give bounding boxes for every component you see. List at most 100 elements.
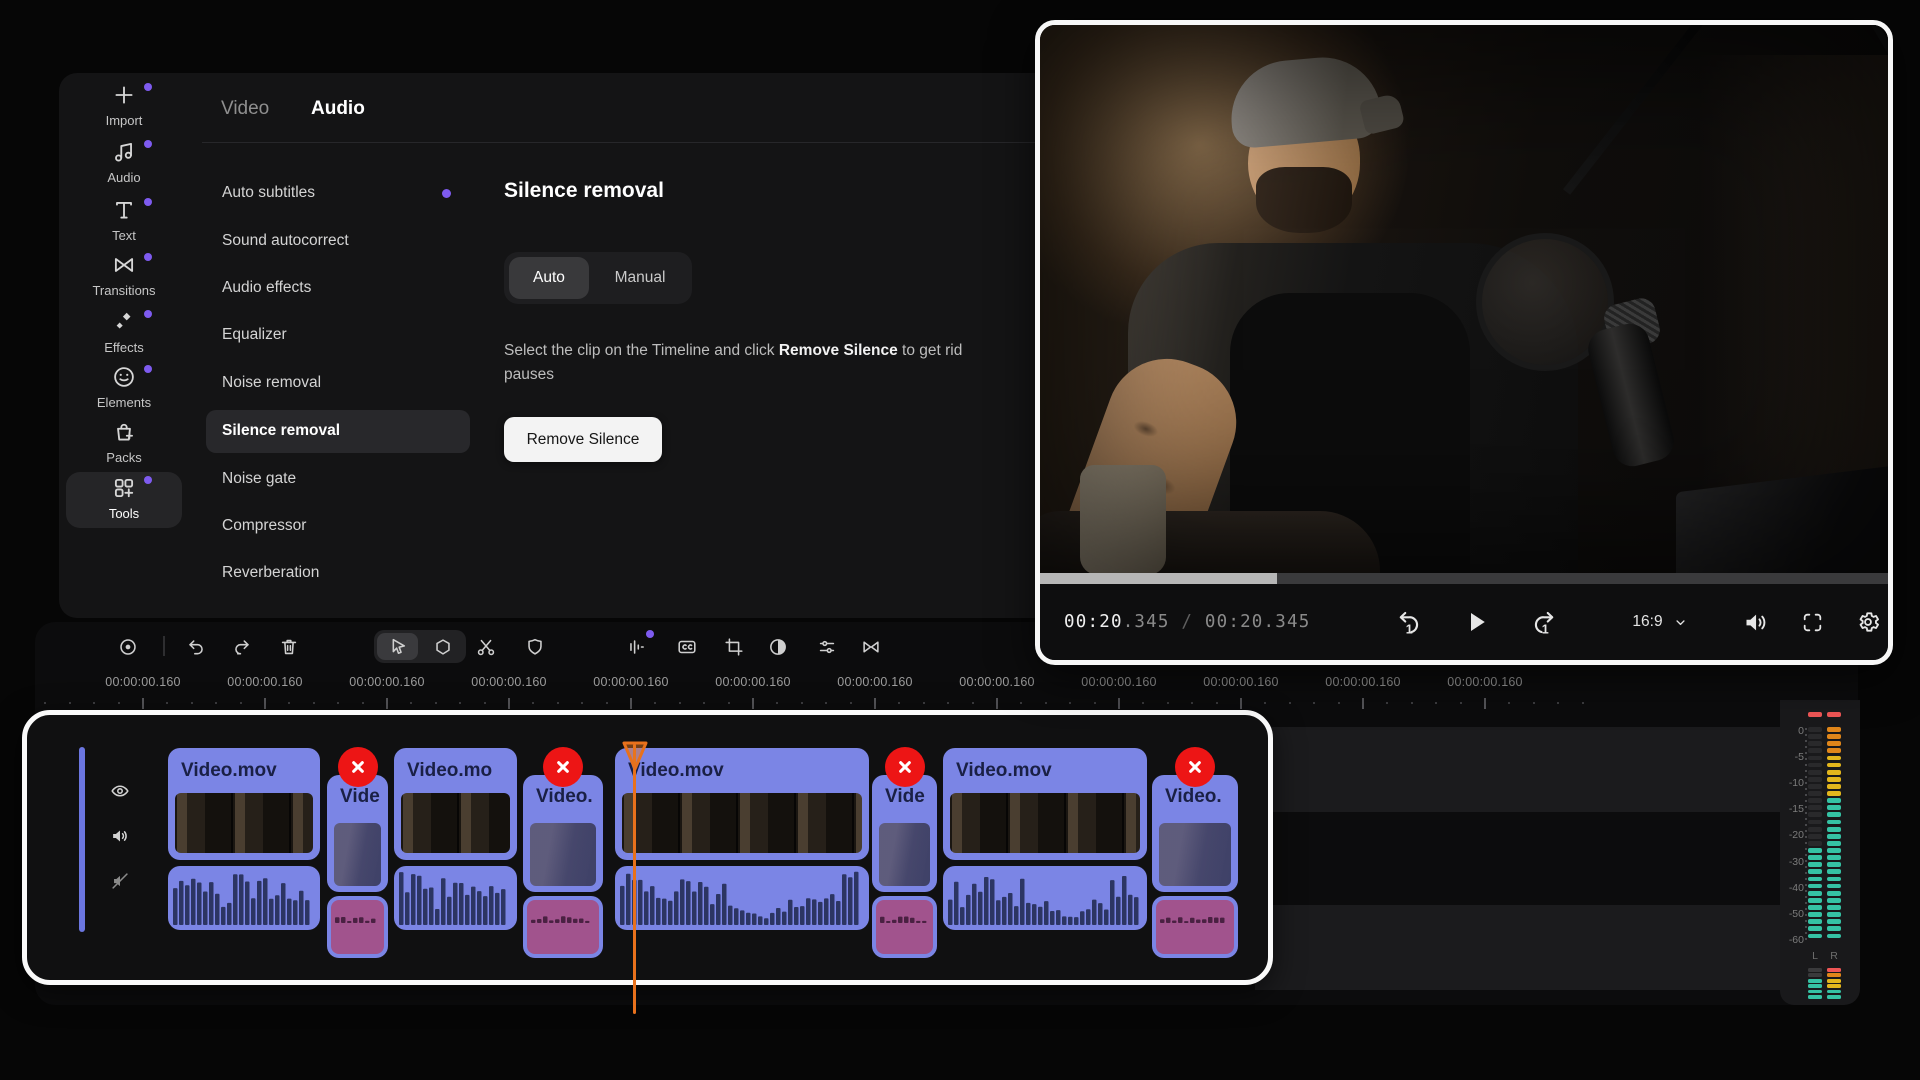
clip-video[interactable]: Video.mov [615, 748, 869, 860]
mini-meter-segment [1827, 984, 1841, 988]
sidebar-item-import[interactable]: Import [66, 79, 182, 135]
delete-clip-button[interactable] [1175, 747, 1215, 787]
skip-back-1s-button[interactable]: 1 [1390, 604, 1426, 640]
video-frame[interactable] [1040, 25, 1888, 573]
ruler-minor-tick [337, 702, 339, 704]
record-icon[interactable] [111, 630, 145, 664]
track-visibility-button[interactable] [106, 777, 134, 805]
delete-clip-button[interactable] [543, 747, 583, 787]
track-mute-button[interactable] [106, 867, 134, 895]
delete-icon[interactable] [272, 630, 306, 664]
delete-clip-button[interactable] [338, 747, 378, 787]
meter-segment [1808, 862, 1822, 867]
meter-segment [1808, 919, 1822, 924]
undo-icon[interactable] [179, 630, 213, 664]
tab-video[interactable]: Video [221, 98, 269, 120]
clip-video[interactable]: Video.mov [943, 748, 1147, 860]
clip-video[interactable]: Video.mo [394, 748, 517, 860]
meter-segment [1827, 734, 1841, 739]
mode-manual-button[interactable]: Manual [594, 257, 686, 299]
meter-segment [1827, 777, 1841, 782]
fullscreen-button[interactable] [1794, 604, 1830, 640]
clip-silence[interactable]: Video. [1152, 775, 1238, 892]
audio-tool-silence-removal[interactable]: Silence removal [206, 410, 470, 453]
aspect-ratio-button[interactable]: 16:9 [1616, 604, 1704, 640]
clip-audio-waveform[interactable] [615, 866, 869, 930]
sidebar-item-audio[interactable]: Audio [66, 136, 182, 192]
redo-icon[interactable] [225, 630, 259, 664]
audio-tool-equalizer[interactable]: Equalizer [206, 314, 470, 357]
clip-silence-waveform[interactable] [523, 896, 603, 958]
tab-audio[interactable]: Audio [311, 98, 365, 120]
meter-segment [1808, 791, 1822, 796]
new-badge-dot [144, 253, 152, 261]
play-button[interactable] [1458, 604, 1494, 640]
sidebar-item-transitions[interactable]: Transitions [66, 249, 182, 305]
audio-tool-compressor[interactable]: Compressor [206, 505, 470, 548]
clip-video[interactable]: Video.mov [168, 748, 320, 860]
sidebar-item-text[interactable]: Text [66, 194, 182, 250]
ruler-minor-tick [44, 702, 46, 704]
new-badge-dot [144, 365, 152, 373]
meter-scale-label: -5 [1780, 751, 1804, 763]
cut-icon[interactable] [469, 630, 503, 664]
sidebar-item-tools[interactable]: Tools [66, 472, 182, 528]
audio-tool-noise-removal[interactable]: Noise removal [206, 362, 470, 405]
mini-meter-segment [1827, 968, 1841, 972]
mini-meter-segment [1808, 973, 1822, 977]
audio-tool-auto-subtitles[interactable]: Auto subtitles [206, 172, 470, 215]
volume-button[interactable] [1737, 604, 1773, 640]
sidebar-item-elements[interactable]: Elements [66, 361, 182, 417]
player-progress-bar[interactable] [1040, 573, 1888, 584]
ruler-minor-tick [1167, 702, 1169, 704]
skip-forward-1s-button[interactable]: 1 [1527, 604, 1563, 640]
ruler-minor-tick [459, 702, 461, 704]
meter-segment [1827, 912, 1841, 917]
captions-icon[interactable] [670, 630, 704, 664]
clip-silence-waveform[interactable] [872, 896, 937, 958]
remove-silence-button[interactable]: Remove Silence [504, 417, 662, 462]
clip-silence[interactable]: Vide [872, 775, 937, 892]
import-icon [111, 82, 137, 108]
ruler-timestamp: 00:00:00.160 [88, 675, 198, 689]
sidebar-item-effects[interactable]: Effects [66, 306, 182, 362]
mode-auto-button[interactable]: Auto [509, 257, 589, 299]
clip-audio-waveform[interactable] [943, 866, 1147, 930]
settings-button[interactable] [1850, 604, 1886, 640]
audio-tool-noise-gate[interactable]: Noise gate [206, 458, 470, 501]
select-icon[interactable] [380, 630, 414, 664]
audio-tool-sound-autocorrect[interactable]: Sound autocorrect [206, 220, 470, 263]
contrast-icon[interactable] [761, 630, 795, 664]
ruler-minor-tick [1386, 702, 1388, 704]
meter-channel-label: R [1827, 950, 1841, 962]
audio-tool-reverberation[interactable]: Reverberation [206, 552, 470, 595]
clip-silence[interactable]: Vide [327, 775, 388, 892]
meter-segment [1808, 748, 1822, 753]
adjust-icon[interactable] [810, 630, 844, 664]
ruler-timestamp: 00:00:00.160 [332, 675, 442, 689]
clip-silence-waveform[interactable] [327, 896, 388, 958]
meter-segment [1827, 926, 1841, 931]
transitions-icon [111, 252, 137, 278]
meter-segment [1827, 834, 1841, 839]
snap-icon[interactable] [426, 630, 460, 664]
audio-tool-audio-effects[interactable]: Audio effects [206, 267, 470, 310]
clip-audio-waveform[interactable] [168, 866, 320, 930]
playhead-handle[interactable] [620, 740, 650, 772]
ruler-minor-tick [703, 702, 705, 704]
meter-segment [1827, 727, 1841, 732]
clip-silence[interactable]: Video. [523, 775, 603, 892]
crop-icon[interactable] [717, 630, 751, 664]
safe-area-icon[interactable] [518, 630, 552, 664]
clip-audio-waveform[interactable] [394, 866, 517, 930]
transition-icon[interactable] [854, 630, 888, 664]
delete-clip-button[interactable] [885, 747, 925, 787]
audio-levels-icon[interactable] [619, 630, 653, 664]
ruler-minor-tick [313, 702, 315, 704]
track-volume-button[interactable] [106, 822, 134, 850]
clip-silence-waveform[interactable] [1152, 896, 1238, 958]
meter-segment [1827, 855, 1841, 860]
meter-segment [1808, 820, 1822, 825]
sidebar-item-packs[interactable]: Packs [66, 416, 182, 472]
ruler-timestamp: 00:00:00.160 [576, 675, 686, 689]
